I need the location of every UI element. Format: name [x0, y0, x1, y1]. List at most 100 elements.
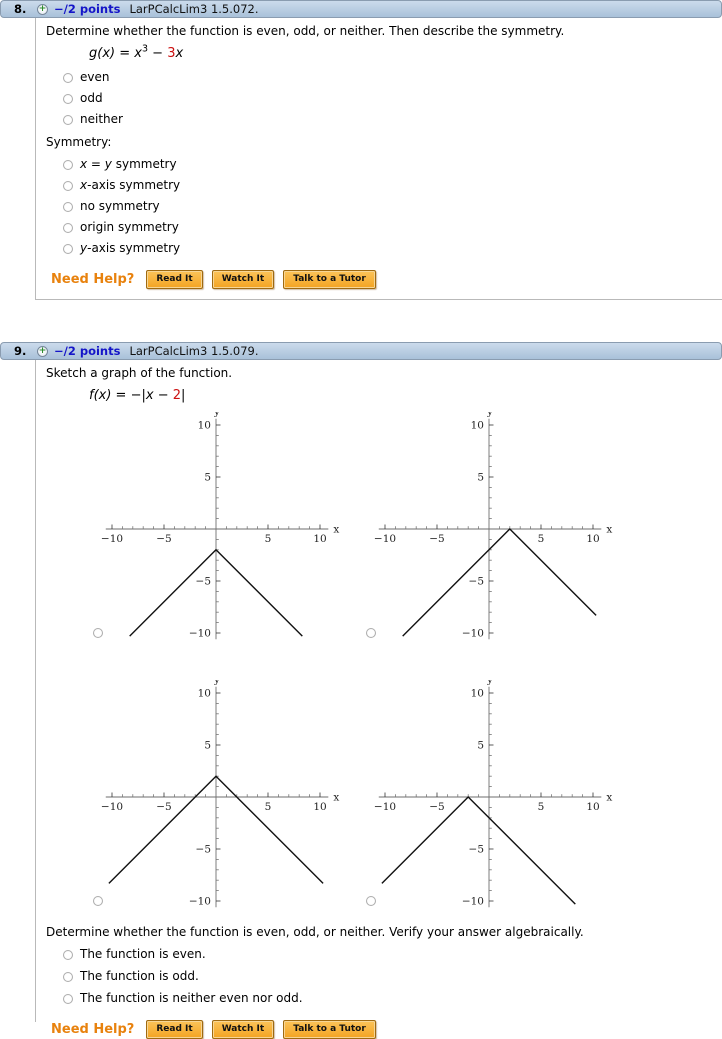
parity-prompt: Determine whether the function is even, …	[46, 925, 584, 939]
svg-text:5: 5	[477, 740, 484, 752]
svg-text:5: 5	[265, 533, 272, 545]
svg-text:5: 5	[538, 801, 545, 813]
graph-option-c-radio[interactable]	[93, 896, 103, 906]
svg-text:5: 5	[204, 472, 211, 484]
graph-option-d-radio[interactable]	[366, 896, 376, 906]
graph-answer-grid: −10 −10 −5 −5 5 5 10 10 x y −10 −10 −5 −5 5 5 10 10 x y −1…	[91, 406, 722, 914]
svg-text:x: x	[333, 524, 339, 536]
option-label: no symmetry	[80, 199, 160, 213]
radio-button[interactable]	[63, 994, 73, 1004]
radio-option-origin-symmetry: origin symmetry	[63, 220, 722, 235]
talk-to-tutor-button[interactable]: Talk to a Tutor	[283, 270, 376, 289]
svg-text:x: x	[606, 792, 612, 804]
svg-text:−5: −5	[156, 533, 171, 545]
radio-button[interactable]	[63, 223, 73, 233]
svg-text:10: 10	[198, 688, 211, 700]
option-label: The function is even.	[80, 947, 206, 961]
textbook-reference: LarPCalcLim3 1.5.072.	[129, 2, 259, 16]
svg-text:−5: −5	[469, 576, 484, 588]
graph-option-a-radio[interactable]	[93, 628, 103, 638]
radio-button[interactable]	[63, 972, 73, 982]
svg-text:y: y	[486, 680, 493, 686]
textbook-reference: LarPCalcLim3 1.5.079.	[129, 344, 259, 358]
problem-prompt: Determine whether the function is even, …	[46, 24, 565, 38]
graph-plot-d: −10 −10 −5 −5 5 5 10 10 x y	[374, 674, 612, 908]
problem-8: 8. + −/2 points LarPCalcLim3 1.5.072. De…	[0, 0, 722, 300]
graph-option-d: −10 −10 −5 −5 5 5 10 10 x y	[364, 674, 614, 914]
option-label: x = y symmetry	[80, 157, 177, 171]
radio-button[interactable]	[63, 202, 73, 212]
svg-text:−10: −10	[462, 628, 484, 640]
option-label: odd	[80, 91, 103, 105]
points-label: −/2 points	[54, 2, 121, 16]
radio-option-neither: neither	[63, 112, 722, 127]
svg-text:5: 5	[538, 533, 545, 545]
option-label: origin symmetry	[80, 220, 179, 234]
problem-number: 8.	[14, 2, 27, 16]
graph-plot-c: −10 −10 −5 −5 5 5 10 10 x y	[101, 674, 339, 908]
problem-9-body: Sketch a graph of the function. f(x) = −…	[35, 360, 722, 1039]
radio-option-xy-symmetry: x = y symmetry	[63, 157, 722, 172]
radio-option-odd: odd	[63, 91, 722, 106]
read-it-button[interactable]: Read It	[146, 1020, 203, 1039]
option-label: neither	[80, 112, 123, 126]
need-help-row: Need Help? Read It Watch It Talk to a Tu…	[51, 1020, 722, 1039]
svg-text:y: y	[213, 680, 220, 686]
svg-text:−10: −10	[374, 533, 396, 545]
svg-text:−10: −10	[462, 896, 484, 908]
graph-option-b-radio[interactable]	[366, 628, 376, 638]
talk-to-tutor-button[interactable]: Talk to a Tutor	[283, 1020, 376, 1039]
radio-button[interactable]	[63, 160, 73, 170]
graph-option-a: −10 −10 −5 −5 5 5 10 10 x y	[91, 406, 341, 646]
svg-text:−5: −5	[196, 576, 211, 588]
svg-text:5: 5	[477, 472, 484, 484]
problem-number: 9.	[14, 344, 27, 358]
radio-button[interactable]	[63, 94, 73, 104]
symmetry-options: x = y symmetry x-axis symmetry no symmet…	[46, 157, 722, 256]
radio-button[interactable]	[63, 244, 73, 254]
svg-text:10: 10	[471, 420, 484, 432]
problem-9-header: 9. + −/2 points LarPCalcLim3 1.5.079.	[0, 342, 722, 360]
function-formula: g(x) = x3 − 3x	[89, 43, 184, 61]
graph-plot-b: −10 −10 −5 −5 5 5 10 10 x y	[374, 406, 612, 640]
radio-button[interactable]	[63, 181, 73, 191]
svg-text:−5: −5	[429, 801, 444, 813]
option-label: x-axis symmetry	[80, 178, 181, 192]
svg-text:−5: −5	[469, 844, 484, 856]
problem-8-body: Determine whether the function is even, …	[35, 18, 722, 300]
svg-text:10: 10	[471, 688, 484, 700]
svg-text:y: y	[213, 412, 220, 418]
problem-8-header: 8. + −/2 points LarPCalcLim3 1.5.072.	[0, 0, 722, 18]
radio-button[interactable]	[63, 115, 73, 125]
problem-prompt: Sketch a graph of the function.	[46, 366, 233, 380]
svg-text:5: 5	[265, 801, 272, 813]
svg-text:x: x	[606, 524, 612, 536]
radio-button[interactable]	[63, 950, 73, 960]
read-it-button[interactable]: Read It	[146, 270, 203, 289]
svg-text:−10: −10	[101, 801, 123, 813]
svg-text:x: x	[333, 792, 339, 804]
need-help-label: Need Help?	[51, 272, 135, 287]
watch-it-button[interactable]: Watch It	[211, 270, 275, 289]
option-label: y-axis symmetry	[80, 241, 181, 255]
expand-plus-icon[interactable]: +	[37, 345, 48, 357]
radio-button[interactable]	[63, 73, 73, 83]
radio-option-yaxis-symmetry: y-axis symmetry	[63, 241, 722, 256]
svg-text:y: y	[486, 412, 493, 418]
need-help-label: Need Help?	[51, 1022, 135, 1037]
option-label: even	[80, 70, 110, 84]
option-label: The function is neither even nor odd.	[80, 991, 303, 1005]
parity-options: The function is even. The function is od…	[46, 947, 722, 1006]
need-help-row: Need Help? Read It Watch It Talk to a Tu…	[51, 270, 722, 289]
svg-text:10: 10	[586, 801, 599, 813]
symmetry-heading: Symmetry:	[46, 135, 112, 149]
watch-it-button[interactable]: Watch It	[211, 1020, 275, 1039]
svg-text:10: 10	[586, 533, 599, 545]
svg-text:−10: −10	[189, 628, 211, 640]
points-label: −/2 points	[54, 344, 121, 358]
svg-text:−5: −5	[196, 844, 211, 856]
radio-option-function-even: The function is even.	[63, 947, 722, 962]
expand-plus-icon[interactable]: +	[37, 3, 48, 15]
svg-text:−10: −10	[101, 533, 123, 545]
